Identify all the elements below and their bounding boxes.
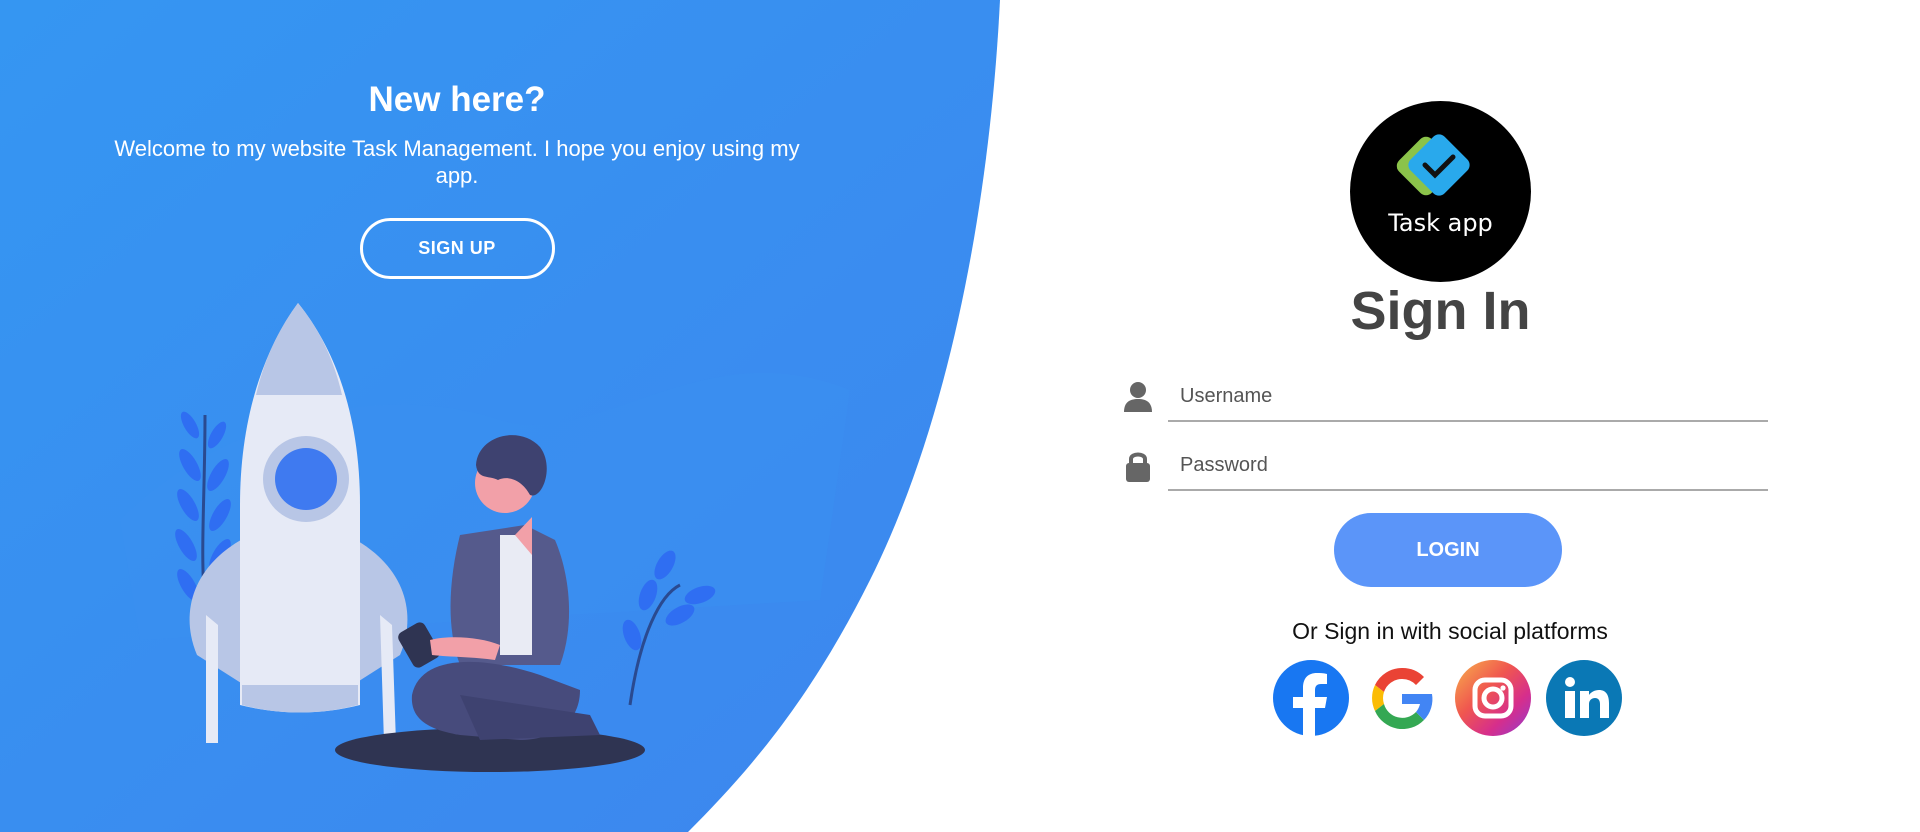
facebook-icon[interactable] (1273, 660, 1349, 736)
left-panel-description: Welcome to my website Task Management. I… (114, 136, 800, 188)
signup-button[interactable]: SIGN UP (359, 218, 555, 279)
task-app-logo: Task app (1350, 101, 1531, 282)
user-icon (1124, 382, 1152, 412)
password-field (1100, 435, 1780, 495)
left-panel-content: New here? Welcome to my website Task Man… (110, 78, 804, 279)
username-field (1100, 366, 1780, 426)
logo-text: Task app (1388, 209, 1493, 237)
task-check-icon (1396, 134, 1470, 196)
password-input[interactable] (1180, 447, 1760, 483)
username-underline (1168, 420, 1768, 422)
password-underline (1168, 489, 1768, 491)
rocket-person-illustration (175, 303, 716, 772)
google-icon[interactable] (1364, 660, 1440, 736)
left-panel-title: New here? (368, 80, 546, 119)
lock-icon (1126, 452, 1150, 482)
linkedin-icon[interactable] (1546, 660, 1622, 736)
login-button[interactable]: LOGIN (1334, 513, 1562, 587)
instagram-icon[interactable] (1455, 660, 1531, 736)
login-page: New here? Welcome to my website Task Man… (0, 0, 1920, 832)
social-signin-text: Or Sign in with social platforms (1292, 618, 1608, 644)
signin-panel: Task app Sign In LOGIN Or Sign in with s… (1100, 0, 1800, 832)
username-input[interactable] (1180, 378, 1760, 414)
signin-title: Sign In (1350, 281, 1531, 341)
